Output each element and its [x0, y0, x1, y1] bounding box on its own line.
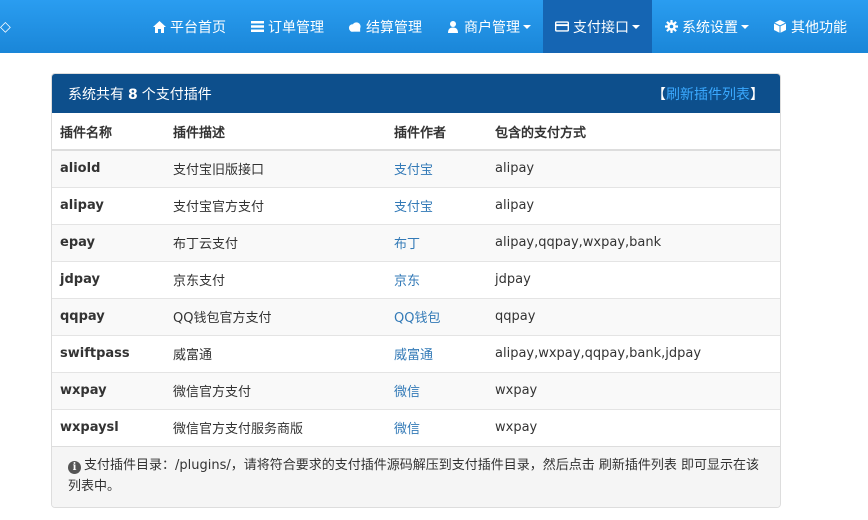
- table-row: aliold 支付宝旧版接口 支付宝 alipay: [52, 149, 780, 187]
- home-icon: [152, 20, 166, 34]
- nav-item-label: 结算管理: [366, 19, 422, 36]
- column-header-author: 插件作者: [386, 113, 487, 151]
- plugin-author-link[interactable]: 威富通: [386, 334, 487, 372]
- plugin-author-link[interactable]: 支付宝: [386, 186, 487, 224]
- plugin-name: swiftpass: [52, 334, 165, 372]
- note-text: 支付插件目录：/plugins/，请将符合要求的支付插件源码解压到支付插件目录，…: [68, 458, 760, 494]
- info-icon: i: [68, 461, 81, 474]
- chevron-down-icon: [632, 24, 640, 29]
- plugin-desc: QQ钱包官方支付: [165, 297, 386, 335]
- plugin-count: 8: [128, 86, 138, 103]
- table-row: swiftpass 威富通 威富通 alipay,wxpay,qqpay,ban…: [52, 334, 780, 372]
- table-row: wxpaysl 微信官方支付服务商版 微信 wxpay: [52, 408, 780, 446]
- bracket-open: 【: [652, 86, 666, 103]
- plugin-name: wxpaysl: [52, 408, 165, 446]
- panel-title: 系统共有 8 个支付插件: [68, 84, 212, 104]
- plugin-author-link[interactable]: 微信: [386, 371, 487, 409]
- table-row: jdpay 京东支付 京东 jdpay: [52, 260, 780, 298]
- panel-title-suffix: 个支付插件: [141, 86, 212, 103]
- panel-title-prefix: 系统共有: [68, 86, 124, 103]
- top-navbar: ◇ 平台首页 订单管理 结算管理 商户管理 支付接口 系统设置 其他功能: [0, 0, 868, 53]
- list-icon: [250, 20, 264, 34]
- chevron-down-icon: [523, 24, 531, 29]
- plugin-methods: alipay,qqpay,wxpay,bank: [487, 223, 780, 261]
- column-header-name: 插件名称: [52, 113, 165, 151]
- plugin-methods: wxpay: [487, 371, 780, 409]
- table-header-row: 插件名称 插件描述 插件作者 包含的支付方式: [52, 113, 780, 151]
- table-row: wxpay 微信官方支付 微信 wxpay: [52, 371, 780, 409]
- panel-heading: 系统共有 8 个支付插件 【刷新插件列表】: [52, 74, 780, 113]
- plugin-author-link[interactable]: 京东: [386, 260, 487, 298]
- cloud-icon: [348, 20, 362, 34]
- plugin-methods: alipay: [487, 149, 780, 187]
- refresh-plugins-link[interactable]: 【刷新插件列表】: [652, 84, 764, 104]
- plugin-name: wxpay: [52, 371, 165, 409]
- nav-item-label: 平台首页: [170, 19, 226, 36]
- nav-item-merchants[interactable]: 商户管理: [434, 0, 543, 53]
- plugin-author-link[interactable]: QQ钱包: [386, 297, 487, 335]
- plugin-author-link[interactable]: 支付宝: [386, 149, 487, 187]
- plugin-author-link[interactable]: 布丁: [386, 223, 487, 261]
- plugin-methods: alipay,wxpay,qqpay,bank,jdpay: [487, 334, 780, 372]
- plugin-desc: 京东支付: [165, 260, 386, 298]
- plugin-desc: 支付宝官方支付: [165, 186, 386, 224]
- plugin-desc: 布丁云支付: [165, 223, 386, 261]
- nav-item-label: 商户管理: [464, 19, 520, 36]
- plugin-methods: alipay: [487, 186, 780, 224]
- chevron-down-icon: [741, 24, 749, 29]
- nav-item-payment[interactable]: 支付接口: [543, 0, 652, 53]
- plugin-desc: 威富通: [165, 334, 386, 372]
- bracket-close: 】: [750, 86, 764, 103]
- nav-item-label: 系统设置: [682, 19, 738, 36]
- table-row: epay 布丁云支付 布丁 alipay,qqpay,wxpay,bank: [52, 223, 780, 261]
- nav-item-label: 订单管理: [268, 19, 324, 36]
- nav-item-other[interactable]: 其他功能: [761, 0, 859, 53]
- table-row: qqpay QQ钱包官方支付 QQ钱包 qqpay: [52, 297, 780, 335]
- nav-item-orders[interactable]: 订单管理: [238, 0, 336, 53]
- table-row: alipay 支付宝官方支付 支付宝 alipay: [52, 186, 780, 224]
- column-header-desc: 插件描述: [165, 113, 386, 151]
- plugin-methods: qqpay: [487, 297, 780, 335]
- nav-item-label: 支付接口: [573, 19, 629, 36]
- plugin-name: jdpay: [52, 260, 165, 298]
- plugin-desc: 微信官方支付服务商版: [165, 408, 386, 446]
- refresh-label[interactable]: 刷新插件列表: [666, 87, 750, 103]
- user-icon: [446, 20, 460, 34]
- plugin-table: 插件名称 插件描述 插件作者 包含的支付方式 aliold 支付宝旧版接口 支付…: [52, 113, 780, 446]
- nav-item-label: 其他功能: [791, 19, 847, 36]
- nav-item-home[interactable]: 平台首页: [140, 0, 238, 53]
- plugin-methods: jdpay: [487, 260, 780, 298]
- gear-icon: [664, 20, 678, 34]
- cube-icon: [773, 20, 787, 34]
- plugin-directory-note: i 支付插件目录：/plugins/，请将符合要求的支付插件源码解压到支付插件目录…: [52, 446, 780, 507]
- plugin-panel: 系统共有 8 个支付插件 【刷新插件列表】 插件名称 插件描述 插件作者 包含的支付…: [51, 73, 781, 508]
- brand-icon[interactable]: ◇: [0, 0, 18, 53]
- plugin-author-link[interactable]: 微信: [386, 408, 487, 446]
- plugin-name: epay: [52, 223, 165, 261]
- plugin-methods: wxpay: [487, 408, 780, 446]
- nav-item-settings[interactable]: 系统设置: [652, 0, 761, 53]
- plugin-name: alipay: [52, 186, 165, 224]
- plugin-desc: 微信官方支付: [165, 371, 386, 409]
- credit-card-icon: [555, 20, 569, 34]
- plugin-name: qqpay: [52, 297, 165, 335]
- column-header-methods: 包含的支付方式: [487, 113, 780, 151]
- plugin-name: aliold: [52, 149, 165, 187]
- nav-menu: 平台首页 订单管理 结算管理 商户管理 支付接口 系统设置 其他功能: [140, 0, 859, 53]
- plugin-desc: 支付宝旧版接口: [165, 149, 386, 187]
- nav-item-settlement[interactable]: 结算管理: [336, 0, 434, 53]
